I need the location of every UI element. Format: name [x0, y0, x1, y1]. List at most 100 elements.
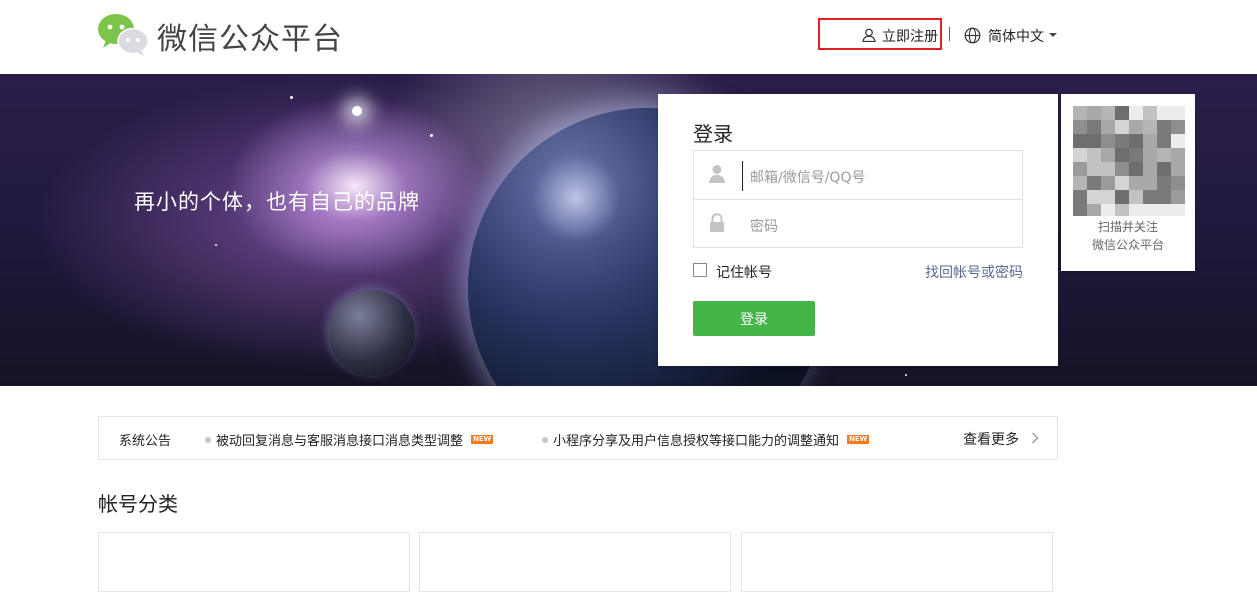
qr-pixel	[1073, 162, 1087, 176]
qr-pixel	[1087, 148, 1101, 162]
qr-pixel	[1115, 204, 1129, 216]
category-card[interactable]	[419, 532, 731, 592]
view-more-link[interactable]: 查看更多	[963, 429, 1019, 449]
qr-pixel	[1143, 162, 1157, 176]
category-card[interactable]	[741, 532, 1053, 592]
register-label: 立即注册	[882, 29, 938, 45]
qr-pixel	[1101, 190, 1115, 204]
notice-item[interactable]: 被动回复消息与客服消息接口消息类型调整 NEW	[205, 430, 494, 449]
login-panel: 登录 邮箱/微信号/QQ号 密码 记住帐号 找回帐号或密码 登录	[658, 94, 1058, 366]
qr-pixel	[1157, 134, 1171, 148]
bullet-dot-icon	[205, 437, 211, 443]
qr-pixel	[1143, 120, 1157, 134]
qr-pixel	[1101, 162, 1115, 176]
qr-pixel	[1171, 204, 1185, 216]
qr-pixel	[1115, 162, 1129, 176]
qr-pixel	[1129, 120, 1143, 134]
qr-code-image	[1073, 106, 1185, 216]
qr-pixel	[1157, 120, 1171, 134]
qr-pixel	[1101, 204, 1115, 216]
qr-pixel	[1115, 106, 1129, 120]
star	[215, 244, 217, 246]
qr-pixel	[1087, 162, 1101, 176]
qr-pixel	[1157, 148, 1171, 162]
qr-pixel	[1101, 148, 1115, 162]
qr-pixel	[1073, 148, 1087, 162]
qr-pixel	[1157, 176, 1171, 190]
account-input[interactable]	[742, 161, 745, 191]
qr-pixel	[1171, 120, 1185, 134]
qr-pixel	[1171, 148, 1185, 162]
qr-pixel	[1087, 106, 1101, 120]
qr-pixel	[1129, 148, 1143, 162]
qr-pixel	[1157, 190, 1171, 204]
notice-item[interactable]: 小程序分享及用户信息授权等接口能力的调整通知 NEW	[542, 430, 870, 449]
qr-panel: 扫描并关注 微信公众平台	[1061, 94, 1195, 271]
qr-pixel	[1115, 148, 1129, 162]
qr-pixel	[1143, 106, 1157, 120]
qr-pixel	[1073, 190, 1087, 204]
new-badge: NEW	[471, 435, 494, 444]
qr-pixel	[1073, 134, 1087, 148]
globe-icon[interactable]	[964, 27, 981, 44]
qr-pixel	[1115, 176, 1129, 190]
login-fields: 邮箱/微信号/QQ号 密码	[693, 150, 1023, 248]
forgot-password-link[interactable]: 找回帐号或密码	[925, 262, 1023, 282]
register-button[interactable]: 立即注册	[818, 18, 942, 50]
qr-pixel	[1143, 204, 1157, 216]
qr-pixel	[1171, 162, 1185, 176]
qr-pixel	[1143, 134, 1157, 148]
star	[430, 134, 433, 137]
qr-pixel	[1073, 204, 1087, 216]
qr-pixel	[1157, 204, 1171, 216]
account-categories-title: 帐号分类	[98, 492, 178, 516]
login-title: 登录	[693, 122, 733, 146]
bullet-dot-icon	[542, 437, 548, 443]
field-divider	[694, 199, 1022, 200]
qr-pixel	[1143, 190, 1157, 204]
user-outline-icon	[862, 28, 876, 42]
qr-pixel	[1129, 162, 1143, 176]
password-input[interactable]	[742, 211, 1012, 241]
qr-pixel	[1143, 148, 1157, 162]
qr-pixel	[1087, 134, 1101, 148]
password-placeholder: 密码	[750, 219, 778, 235]
new-badge: NEW	[847, 435, 870, 444]
qr-pixel	[1129, 106, 1143, 120]
qr-pixel	[1129, 176, 1143, 190]
qr-pixel	[1101, 134, 1115, 148]
account-placeholder: 邮箱/微信号/QQ号	[750, 170, 866, 186]
lock-icon	[710, 213, 724, 232]
remember-label[interactable]: 记住帐号	[716, 262, 772, 282]
remember-checkbox[interactable]	[693, 263, 707, 277]
header-divider	[949, 27, 950, 41]
qr-caption: 扫描并关注 微信公众平台	[1061, 218, 1195, 254]
qr-pixel	[1087, 190, 1101, 204]
qr-pixel	[1129, 190, 1143, 204]
star	[290, 96, 293, 99]
login-button[interactable]: 登录	[693, 301, 815, 336]
logo-title[interactable]: 微信公众平台	[157, 14, 343, 58]
chevron-right-icon[interactable]	[1031, 432, 1039, 444]
qr-pixel	[1101, 176, 1115, 190]
banner-slogan: 再小的个体，也有自己的品牌	[134, 190, 420, 214]
top-header: 微信公众平台 立即注册 简体中文	[0, 0, 1257, 74]
qr-pixel	[1129, 204, 1143, 216]
qr-caption-line: 扫描并关注	[1097, 220, 1158, 234]
notice-title: 系统公告	[119, 434, 172, 449]
category-card[interactable]	[98, 532, 410, 592]
user-icon	[709, 165, 725, 183]
notice-bar: 系统公告 被动回复消息与客服消息接口消息类型调整 NEW 小程序分享及用户信息授权…	[98, 416, 1058, 460]
qr-pixel	[1087, 120, 1101, 134]
notice-text: 被动回复消息与客服消息接口消息类型调整	[216, 434, 464, 449]
caret-down-icon[interactable]	[1049, 33, 1057, 37]
qr-pixel	[1157, 162, 1171, 176]
qr-pixel	[1171, 190, 1185, 204]
wechat-logo-icon[interactable]	[97, 12, 149, 56]
qr-pixel	[1129, 134, 1143, 148]
language-selector[interactable]: 简体中文	[988, 26, 1044, 46]
qr-pixel	[1087, 176, 1101, 190]
star	[352, 106, 362, 116]
moon-image	[329, 290, 415, 376]
qr-pixel	[1171, 134, 1185, 148]
